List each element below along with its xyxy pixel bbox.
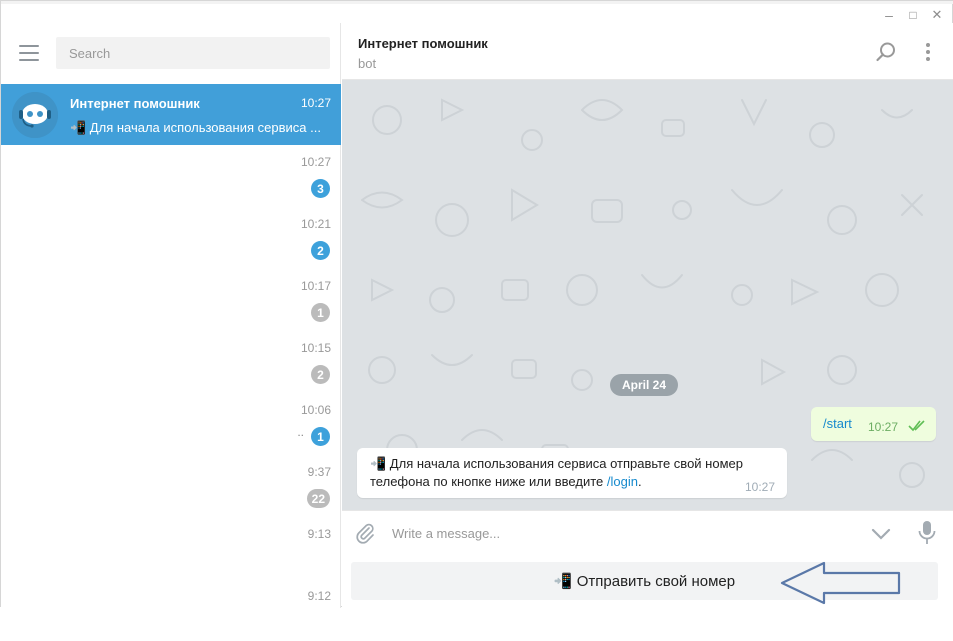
- conversation-header: Интернет помошник bot: [342, 23, 953, 80]
- chat-list-item[interactable]: 10:27 3: [1, 145, 341, 207]
- maximize-button[interactable]: □: [904, 6, 922, 24]
- outgoing-message-text[interactable]: /start: [823, 416, 852, 431]
- chat-list-item[interactable]: 10:21 2: [1, 207, 341, 269]
- microphone-icon[interactable]: [916, 520, 938, 546]
- send-phone-number-label: 📲 Отправить свой номер: [553, 573, 736, 590]
- arrow-annotation-icon: [780, 561, 901, 605]
- date-divider: April 24: [610, 374, 679, 396]
- menu-icon[interactable]: [19, 45, 39, 61]
- chat-list-item[interactable]: 9:12: [1, 579, 341, 641]
- chat-preview: 📲 Для начала использования сервиса ...: [70, 120, 321, 135]
- outgoing-message-time: 10:27: [868, 420, 899, 434]
- unread-badge: 1: [311, 427, 330, 446]
- conversation-title[interactable]: Интернет помошник: [358, 36, 488, 51]
- chevron-down-icon[interactable]: [870, 523, 892, 545]
- chat-list-item[interactable]: 10:17 1: [1, 269, 341, 331]
- double-check-icon: [908, 420, 925, 432]
- unread-badge: 22: [306, 489, 330, 508]
- incoming-message-time: 10:27: [744, 480, 775, 494]
- chat-time: 9:12: [307, 589, 331, 603]
- chat-list-item[interactable]: 9:13: [1, 517, 341, 579]
- minimize-button[interactable]: –: [880, 6, 898, 24]
- incoming-message-text: 📲 Для начала использования сервиса отпра…: [370, 456, 743, 489]
- window-controls: – □ ✕: [880, 6, 946, 24]
- sidebar-header: [1, 23, 340, 83]
- chat-time: 9:37: [307, 465, 331, 479]
- message-composer: [342, 510, 953, 554]
- chat-preview-snippet: ..: [297, 425, 304, 439]
- chat-list-item[interactable]: 10:06.. 1: [1, 393, 341, 455]
- chat-list-panel: Интернет помошник 10:27 📲 Для начала исп…: [1, 23, 341, 608]
- message-input[interactable]: [392, 522, 852, 544]
- chat-list-item[interactable]: 10:15 2: [1, 331, 341, 393]
- search-icon[interactable]: [875, 41, 897, 63]
- search-input[interactable]: [56, 37, 330, 69]
- message-area[interactable]: April 24 /start 10:27 📲 Для начала испол…: [342, 80, 953, 510]
- chat-background-pattern: [361, 98, 925, 488]
- telegram-window: – □ ✕ Интернет помошник: [0, 0, 953, 608]
- close-button[interactable]: ✕: [928, 6, 946, 24]
- chat-name: Интернет помошник: [70, 96, 200, 111]
- more-vert-icon[interactable]: [917, 41, 939, 63]
- unread-badge: 2: [311, 365, 330, 384]
- chat-time: 10:27: [300, 155, 331, 169]
- login-command-link[interactable]: /login: [607, 474, 638, 489]
- chat-time: 10:27: [300, 96, 331, 110]
- top-strip: [1, 1, 953, 4]
- chat-time: 10:21: [300, 217, 331, 231]
- outgoing-message[interactable]: /start 10:27: [811, 407, 936, 441]
- chat-time: 10:17: [300, 279, 331, 293]
- chat-time: 9:13: [307, 527, 331, 541]
- chat-list-item[interactable]: 9:37 22: [1, 455, 341, 517]
- conversation-panel: Интернет помошник bot April 24 /start 10…: [342, 23, 953, 608]
- unread-badge: 1: [311, 303, 330, 322]
- bot-avatar: [12, 92, 58, 138]
- incoming-message[interactable]: 📲 Для начала использования сервиса отпра…: [357, 448, 787, 498]
- chat-time: 10:15: [300, 341, 331, 355]
- paperclip-icon[interactable]: [354, 522, 376, 544]
- bot-keyboard: 📲 Отправить свой номер: [342, 554, 953, 608]
- unread-badge: 2: [311, 241, 330, 260]
- conversation-status: bot: [358, 56, 377, 71]
- chat-list-item-active[interactable]: Интернет помошник 10:27 📲 Для начала исп…: [1, 84, 341, 145]
- unread-badge: 3: [311, 179, 330, 198]
- chat-time: 10:06: [300, 403, 331, 417]
